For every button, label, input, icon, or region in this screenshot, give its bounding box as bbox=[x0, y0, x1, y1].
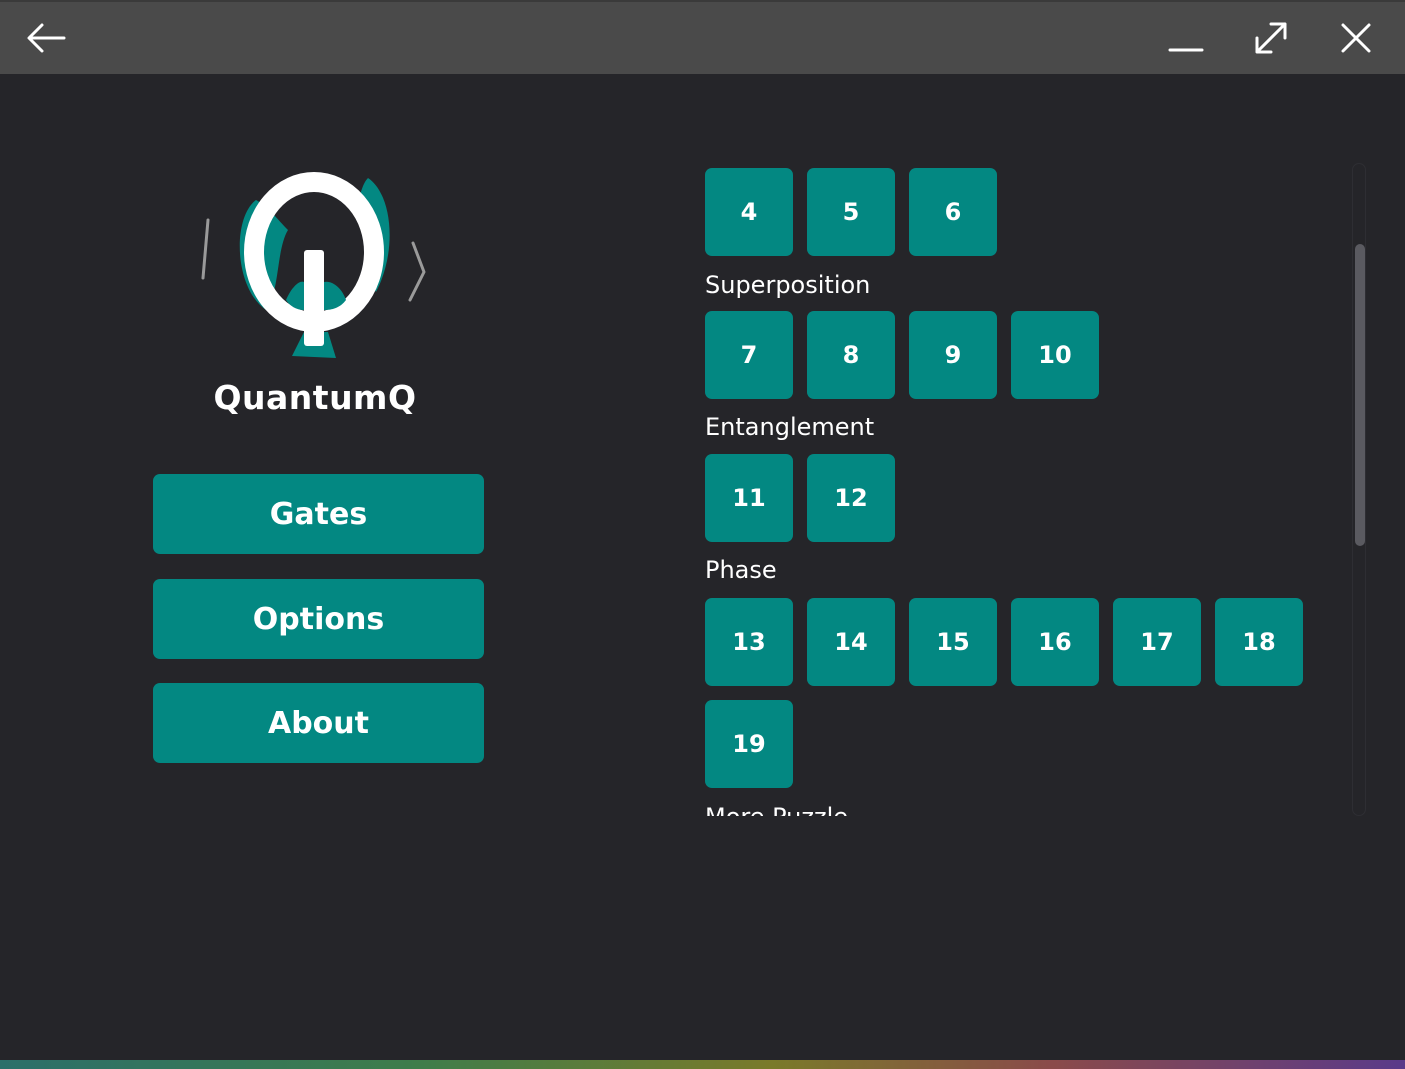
section-label-more-puzzle: More Puzzle bbox=[705, 803, 848, 816]
level-list-scrollbar-thumb[interactable] bbox=[1355, 244, 1365, 546]
level-button-13[interactable]: 13 bbox=[705, 598, 793, 686]
about-button[interactable]: About bbox=[153, 683, 484, 763]
section-label-superposition: Superposition bbox=[705, 271, 871, 299]
close-icon bbox=[1341, 23, 1371, 53]
level-button-7[interactable]: 7 bbox=[705, 311, 793, 399]
level-button-14[interactable]: 14 bbox=[807, 598, 895, 686]
bottom-accent-strip bbox=[0, 1060, 1405, 1069]
level-button-5[interactable]: 5 bbox=[807, 168, 895, 256]
back-button[interactable] bbox=[24, 16, 68, 60]
title-bar bbox=[0, 0, 1405, 74]
level-button-11[interactable]: 11 bbox=[705, 454, 793, 542]
level-list: 4 5 6 Superposition 7 8 9 10 Entanglemen… bbox=[700, 163, 1340, 816]
level-button-8[interactable]: 8 bbox=[807, 311, 895, 399]
level-button-18[interactable]: 18 bbox=[1215, 598, 1303, 686]
section-label-phase: Phase bbox=[705, 556, 777, 584]
options-button[interactable]: Options bbox=[153, 579, 484, 659]
arrow-left-icon bbox=[27, 23, 66, 53]
level-button-12[interactable]: 12 bbox=[807, 454, 895, 542]
app-window: QuantumQ Gates Options About 4 5 6 Super… bbox=[0, 0, 1405, 1069]
app-title: QuantumQ bbox=[213, 378, 417, 417]
gates-button[interactable]: Gates bbox=[153, 474, 484, 554]
maximize-button[interactable] bbox=[1249, 16, 1293, 60]
level-button-10[interactable]: 10 bbox=[1011, 311, 1099, 399]
level-button-16[interactable]: 16 bbox=[1011, 598, 1099, 686]
close-button[interactable] bbox=[1334, 16, 1378, 60]
level-button-17[interactable]: 17 bbox=[1113, 598, 1201, 686]
maximize-icon bbox=[1255, 22, 1287, 54]
level-button-19[interactable]: 19 bbox=[705, 700, 793, 788]
level-button-6[interactable]: 6 bbox=[909, 168, 997, 256]
level-button-4[interactable]: 4 bbox=[705, 168, 793, 256]
minimize-icon bbox=[1168, 48, 1204, 52]
quantumq-logo bbox=[196, 170, 436, 370]
section-label-entanglement: Entanglement bbox=[705, 413, 875, 441]
level-button-9[interactable]: 9 bbox=[909, 311, 997, 399]
minimize-button[interactable] bbox=[1164, 16, 1208, 60]
level-button-15[interactable]: 15 bbox=[909, 598, 997, 686]
